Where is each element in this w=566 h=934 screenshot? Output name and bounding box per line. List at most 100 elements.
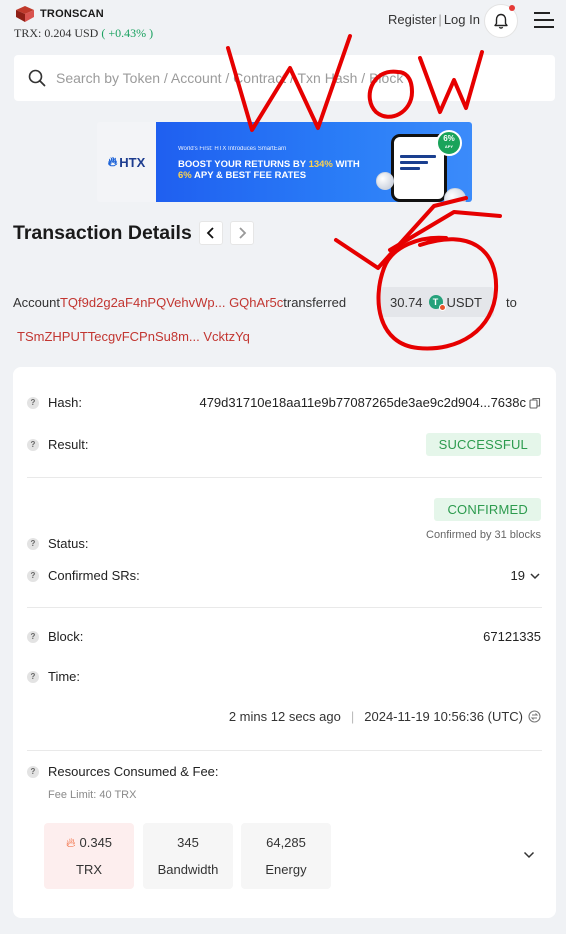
time-value: 2 mins 12 secs ago | 2024-11-19 10:56:36… [229,709,541,724]
trx-price-change: ( +0.43% ) [101,26,154,40]
help-icon[interactable]: ? [27,765,39,778]
htx-flame-icon: 🔥︎ [107,154,118,169]
divider [27,607,542,608]
fire-icon: 🔥︎ [65,835,76,850]
divider [27,477,542,478]
auth-links: Register | Log In [388,12,480,27]
status-badge: CONFIRMED [434,498,541,521]
result-badge: SUCCESSFUL [425,433,541,456]
to-word: to [506,295,517,310]
apy-badge: 6% APY [436,130,462,156]
time-label: Time: [48,669,81,684]
result-label: Result: [48,437,89,452]
notification-dot [509,5,515,11]
help-icon[interactable]: ? [27,569,39,582]
trx-fee-box: 🔥︎ 0.345 TRX [44,823,134,889]
account-word: Account [13,295,60,310]
resources-label: Resources Consumed & Fee: [48,764,219,779]
time-utc: 2024-11-19 10:56:36 (UTC) [364,709,523,724]
top-header: TRONSCAN TRX: 0.204 USD( +0.43% ) Regist… [0,0,566,48]
hash-value: 479d31710e18aa11e9b77087265de3ae9c2d904.… [199,395,541,410]
banner-content: World's First: HTX Introduces SmartEarn … [156,122,472,202]
chevron-down-icon [530,572,540,579]
help-icon[interactable]: ? [27,438,39,451]
bandwidth-box: 345 Bandwidth [143,823,233,889]
time-ago: 2 mins 12 secs ago [228,709,341,724]
htx-brand: HTX [119,154,146,170]
token-link[interactable]: USDT [447,295,482,310]
confirmation-note: Confirmed by 31 blocks [426,529,541,541]
previous-transaction-button[interactable] [199,221,223,245]
fee-limit: Fee Limit: 40 TRX [48,789,137,801]
chevron-left-icon [206,227,214,239]
apy-value: 6% [443,134,455,143]
coin-illustration [444,188,466,202]
time-separator: | [350,709,355,724]
transfer-summary: AccountTQf9d2g2aF4nPQVehvWp... GQhAr5ctr… [13,295,346,310]
confirmed-srs-value: 19 [510,568,525,583]
timezone-switch-icon[interactable] [528,710,541,723]
hamburger-menu-icon[interactable] [534,12,554,30]
time-row: ? Time: [27,669,541,684]
status-label: Status: [48,536,89,551]
help-icon[interactable]: ? [27,537,39,550]
energy-value: 64,285 [266,835,306,850]
register-link[interactable]: Register [388,12,436,27]
brand-name: TRONSCAN [40,8,104,20]
help-icon[interactable]: ? [27,396,39,409]
banner-highlight: 6% [178,170,192,181]
tronscan-logo-icon [14,5,36,23]
block-number-link[interactable]: 67121335 [483,629,541,644]
transfer-amount-chip: 30.74 T USDT [380,287,494,317]
transaction-details-card: ? Hash: 479d31710e18aa11e9b77087265de3ae… [13,367,556,918]
confirmed-srs-label: Confirmed SRs: [48,568,140,583]
page-title: Transaction Details [13,222,192,244]
trx-fee-unit: TRX [76,862,102,877]
chevron-right-icon [239,227,247,239]
usdt-icon: T [428,295,446,311]
from-address-link[interactable]: TQf9d2g2aF4nPQVehvWp... GQhAr5c [60,295,283,310]
htx-ad-banner[interactable]: 🔥︎ HTX World's First: HTX Introduces Smar… [97,122,472,202]
trx-fee-line: 🔥︎ 0.345 [66,829,112,856]
bandwidth-unit: Bandwidth [157,862,219,877]
banner-text: BOOST YOUR RETURNS BY [178,159,309,170]
block-label: Block: [48,629,84,644]
search-icon [28,69,46,87]
hash-label: Hash: [48,395,82,410]
result-row: ? Result: SUCCESSFUL [27,433,541,456]
tron-badge-icon [438,304,446,311]
auth-separator: | [438,12,442,27]
transfer-amount: 30.74 [390,294,423,310]
hash-text: 479d31710e18aa11e9b77087265de3ae9c2d904.… [199,395,526,410]
search-bar [14,55,555,101]
trx-fee-value: 0.345 [79,835,113,850]
notifications-button[interactable] [484,4,518,38]
apy-label: APY [444,144,454,149]
htx-logo: 🔥︎ HTX [97,122,156,202]
confirmed-srs-dropdown[interactable]: 19 [511,568,541,583]
bandwidth-value: 345 [177,835,199,850]
energy-box: 64,285 Energy [241,823,331,889]
confirmed-srs-row: ? Confirmed SRs: 19 [27,568,541,583]
tronscan-logo[interactable]: TRONSCAN [14,5,104,23]
banner-highlight: 134% [308,159,333,170]
copy-icon[interactable] [529,397,541,409]
next-transaction-button[interactable] [230,221,254,245]
transferred-word: transferred [283,295,347,310]
block-row: ? Block: 67121335 [27,629,541,644]
help-icon[interactable]: ? [27,630,39,643]
login-link[interactable]: Log In [444,12,480,27]
trx-price-value: TRX: 0.204 USD [14,26,99,40]
energy-unit: Energy [265,862,307,877]
status-row: ? Status: CONFIRMED [27,498,541,551]
to-address-link[interactable]: TSmZHPUTTecgvFCPnSu8m... VcktzYq [17,329,250,344]
search-input[interactable] [56,70,536,86]
divider [27,750,542,751]
banner-headline: BOOST YOUR RETURNS BY 134% WITH 6% APY &… [178,159,378,181]
help-icon[interactable]: ? [27,670,39,683]
expand-resources-chevron-icon[interactable] [523,851,535,859]
resources-row: ? Resources Consumed & Fee: [27,764,541,779]
trx-price: TRX: 0.204 USD( +0.43% ) [14,26,153,41]
banner-text: WITH [332,159,360,170]
hash-row: ? Hash: 479d31710e18aa11e9b77087265de3ae… [27,395,541,410]
